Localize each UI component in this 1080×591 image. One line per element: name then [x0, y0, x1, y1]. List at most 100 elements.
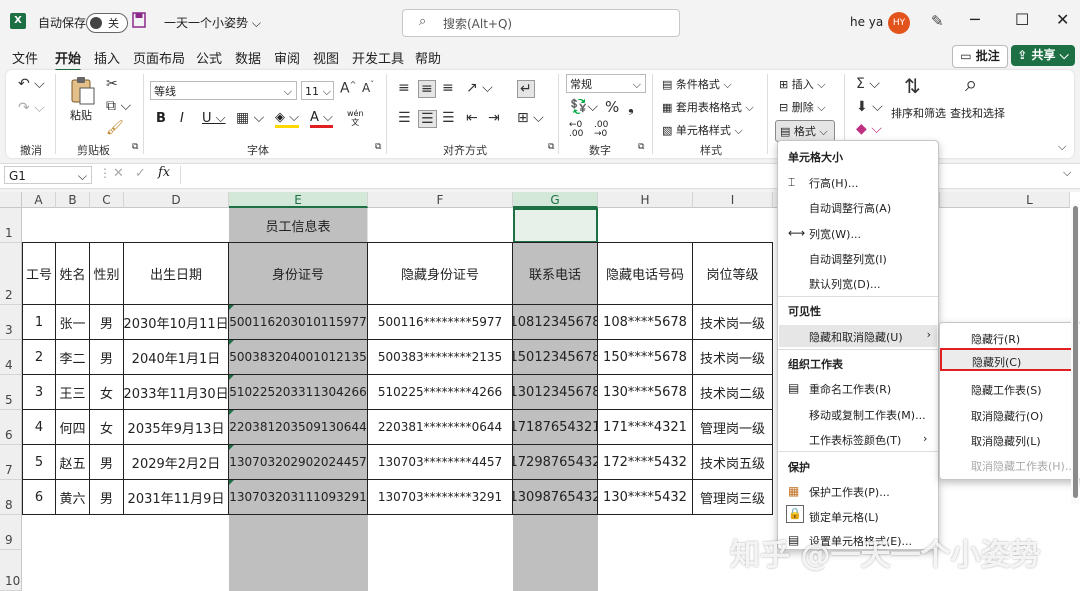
table-cell[interactable]: 5 [22, 445, 56, 480]
find-select-label[interactable]: 查找和选择 [950, 105, 1005, 121]
menu-item-tab-color[interactable]: 工作表标签颜色(T) › [809, 432, 927, 448]
comma-style-icon[interactable]: ❟ [628, 98, 634, 116]
row-header[interactable]: 6 [0, 410, 22, 445]
table-header-cell[interactable]: 隐藏身份证号 [368, 243, 513, 305]
autosum-icon[interactable]: Σ ⌵ [856, 76, 880, 92]
col-header-e[interactable]: E [229, 192, 368, 208]
table-cell[interactable]: 管理岗一级 [693, 410, 773, 445]
collapse-ribbon-icon[interactable]: ⌵ [1058, 140, 1066, 154]
align-bottom-icon[interactable]: ≡ [442, 80, 454, 96]
undo-icon[interactable]: ↶ ⌵ [18, 76, 45, 92]
expand-formula-icon[interactable]: ⌵ [1063, 166, 1071, 180]
table-cell[interactable]: 510225********4266 [368, 375, 513, 410]
find-select-icon[interactable]: ⌕ [965, 72, 977, 97]
menu-item-autofit-col[interactable]: 自动调整列宽(I) [809, 251, 887, 267]
submenu-item-unhide-cols[interactable]: 取消隐藏列(L) [971, 433, 1041, 449]
avatar[interactable]: HY [888, 12, 910, 34]
table-cell[interactable]: 15012345678 [513, 340, 598, 375]
row-header[interactable]: 2 [0, 243, 22, 305]
table-cell[interactable]: 男 [90, 305, 124, 340]
row-header[interactable]: 5 [0, 375, 22, 410]
select-all-corner[interactable] [0, 192, 22, 208]
sort-filter-icon[interactable]: ⇅ [904, 74, 921, 98]
table-cell[interactable]: 130****5432 [598, 480, 693, 515]
menu-item-move-copy[interactable]: 移动或复制工作表(M)... [809, 407, 926, 423]
table-cell[interactable]: 李二 [56, 340, 90, 375]
submenu-item-hide-rows[interactable]: 隐藏行(R) [971, 331, 1020, 347]
table-cell[interactable]: 女 [90, 410, 124, 445]
table-cell[interactable]: 1 [22, 305, 56, 340]
table-cell[interactable]: 500383204001012135 [229, 340, 368, 375]
table-header-cell[interactable]: 姓名 [56, 243, 90, 305]
submenu-item-hide-sheet[interactable]: 隐藏工作表(S) [971, 382, 1042, 398]
fill-color-icon[interactable]: ◈ ⌵ [275, 110, 299, 128]
table-cell[interactable]: 130703203111093291 [229, 480, 368, 515]
maximize-icon[interactable]: ☐ [1015, 10, 1029, 29]
table-cell[interactable]: 2033年11月30日 [124, 375, 229, 410]
table-header-cell[interactable]: 身份证号 [229, 243, 368, 305]
merge-center-icon[interactable]: ⊞ ⌵ [517, 110, 544, 126]
table-cell[interactable]: 2035年9月13日 [124, 410, 229, 445]
comments-button[interactable]: ▭ 批注 [952, 45, 1008, 68]
format-cells-label[interactable]: ▤ 格式 ⌵ [780, 123, 828, 139]
table-header-cell[interactable]: 岗位等级 [693, 243, 773, 305]
autosave-toggle[interactable]: 关 [86, 13, 128, 33]
clear-icon[interactable]: ◆ ⌵ [856, 121, 882, 137]
tab-formulas[interactable]: 公式 [196, 48, 222, 67]
cut-icon[interactable]: ✂ [106, 76, 118, 92]
col-header-f[interactable]: F [368, 192, 513, 208]
table-cell[interactable]: 男 [90, 340, 124, 375]
table-cell[interactable]: 技术岗一级 [693, 305, 773, 340]
percent-icon[interactable]: % [605, 98, 619, 116]
table-cell[interactable]: 17298765432 [513, 445, 598, 480]
tab-developer[interactable]: 开发工具 [352, 48, 404, 67]
decrease-font-icon[interactable]: Aˇ [362, 80, 374, 95]
dialog-launcher-icon[interactable]: ⧉ [638, 142, 644, 152]
active-cell-g1[interactable] [513, 208, 598, 243]
menu-item-row-height[interactable]: 行高(H)... [809, 175, 858, 191]
table-cell[interactable]: 10812345678 [513, 305, 598, 340]
table-cell[interactable]: 13098765432 [513, 480, 598, 515]
decrease-decimal-icon[interactable]: .00 →0 [594, 121, 608, 139]
table-cell[interactable]: 赵五 [56, 445, 90, 480]
font-size-select[interactable]: 11 ⌵ [301, 81, 334, 100]
table-cell[interactable]: 技术岗五级 [693, 445, 773, 480]
dialog-launcher-icon[interactable]: ⧉ [375, 142, 381, 152]
bold-icon[interactable]: B [156, 111, 166, 126]
table-cell[interactable]: 张一 [56, 305, 90, 340]
table-header-cell[interactable]: 隐藏电话号码 [598, 243, 693, 305]
italic-icon[interactable]: I [180, 111, 184, 126]
align-right-icon[interactable]: ☰ [442, 110, 455, 126]
table-cell[interactable]: 150****5678 [598, 340, 693, 375]
table-cell[interactable]: 王三 [56, 375, 90, 410]
table-header-cell[interactable]: 联系电话 [513, 243, 598, 305]
cancel-icon[interactable]: ✕ [113, 166, 124, 181]
table-cell[interactable]: 500116203010115977 [229, 305, 368, 340]
row-header[interactable]: 10 [0, 550, 22, 591]
increase-decimal-icon[interactable]: ←0.00 [569, 121, 583, 139]
share-button[interactable]: ⇪ 共享 ⌵ [1011, 45, 1075, 66]
align-top-icon[interactable]: ≡ [398, 80, 410, 96]
menu-item-default-width[interactable]: 默认列宽(D)... [809, 276, 881, 292]
table-cell[interactable]: 130703********3291 [368, 480, 513, 515]
font-name-select[interactable]: 等线 ⌵ [150, 81, 297, 100]
conditional-format-button[interactable]: ▤ 条件格式 ⌵ [662, 76, 732, 92]
table-header-cell[interactable]: 性别 [90, 243, 124, 305]
wrap-text-icon[interactable]: ↵ [517, 80, 535, 98]
row-header[interactable]: 4 [0, 340, 22, 375]
table-cell[interactable]: 220381********0644 [368, 410, 513, 445]
table-cell[interactable]: 130703********4457 [368, 445, 513, 480]
table-cell[interactable]: 108****5678 [598, 305, 693, 340]
row-header[interactable]: 9 [0, 515, 22, 550]
fill-icon[interactable]: ⬇ ⌵ [856, 99, 883, 115]
table-cell[interactable]: 何四 [56, 410, 90, 445]
insert-cells-button[interactable]: ⊞ 插入 ⌵ [779, 76, 826, 92]
col-header-g[interactable]: G [513, 192, 598, 208]
tab-insert[interactable]: 插入 [94, 48, 120, 67]
submenu-item-unhide-rows[interactable]: 取消隐藏行(O) [971, 408, 1043, 424]
cell-styles-button[interactable]: ▧ 单元格样式 ⌵ [662, 122, 743, 138]
tab-data[interactable]: 数据 [235, 48, 261, 67]
paste-icon[interactable] [68, 76, 96, 106]
table-cell[interactable]: 130703202902024457 [229, 445, 368, 480]
pen-icon[interactable]: ✎ [931, 12, 944, 30]
